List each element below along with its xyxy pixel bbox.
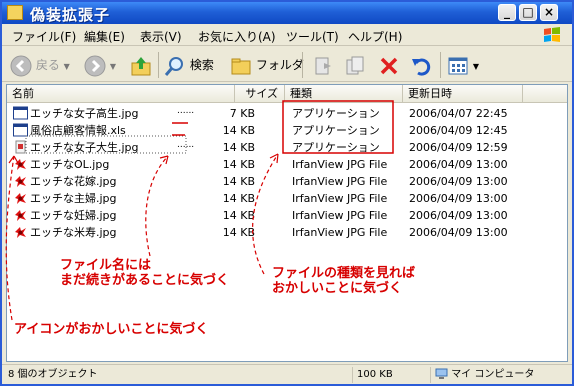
annotation-type: ファイルの種類を見れば おかしいことに気づく xyxy=(272,266,415,296)
annotation-filename-line2: まだ続きがあることに気づく xyxy=(60,273,230,288)
my-computer-icon xyxy=(435,368,448,379)
status-location: マイ コンピュータ xyxy=(430,367,534,383)
annotation-filename: ファイル名には まだ続きがあることに気づく xyxy=(60,258,229,288)
type-arrow xyxy=(252,153,279,275)
status-size: 100 KB xyxy=(352,367,428,383)
annotation-overlay xyxy=(5,100,394,321)
selected-file-focus-box xyxy=(25,135,187,154)
annotation-type-line1: ファイルの種類を見れば xyxy=(272,266,416,281)
annotation-filename-line1: ファイル名には xyxy=(60,258,152,273)
status-location-label: マイ コンピュータ xyxy=(451,369,535,380)
status-bar: 8 個のオブジェクト 100 KB マイ コンピュータ xyxy=(2,364,572,384)
filename-arrow xyxy=(145,155,169,257)
annotation-icon: アイコンがおかしいことに気づく xyxy=(14,322,209,337)
annotation-type-line2: おかしいことに気づく xyxy=(272,281,403,296)
type-highlight-box xyxy=(282,100,394,154)
arrowhead xyxy=(269,153,279,164)
status-object-count: 8 個のオブジェクト xyxy=(8,369,98,380)
explorer-window: 偽装拡張子 _ □ × ファイル(F) 編集(E) 表示(V) お気に入り(A)… xyxy=(0,0,574,386)
icon-arrow xyxy=(5,155,15,321)
